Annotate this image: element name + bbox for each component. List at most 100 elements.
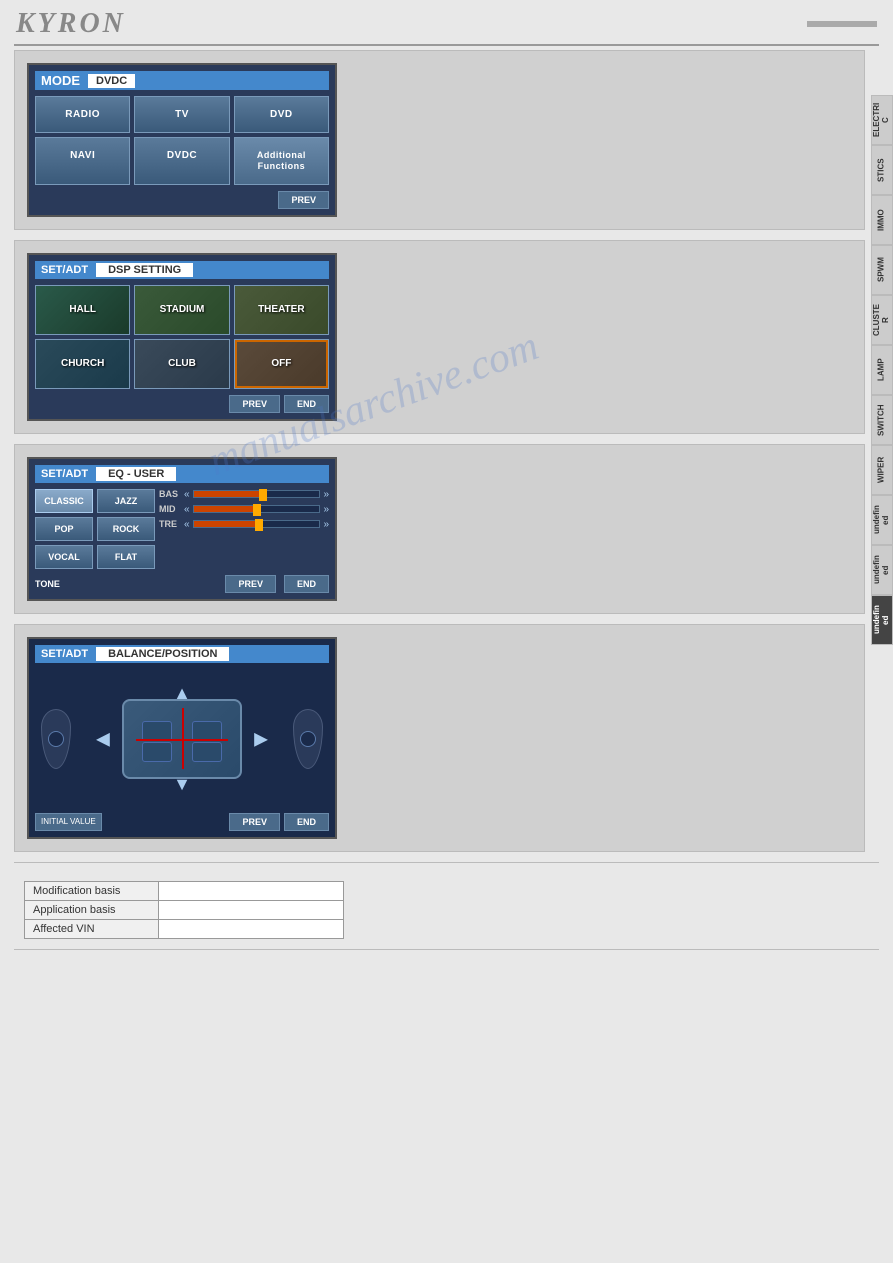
eq-preset-vocal[interactable]: VOCAL xyxy=(35,545,93,569)
eq-mid-label: MID xyxy=(159,504,181,514)
eq-bas-right-arrow[interactable]: » xyxy=(323,489,329,500)
balance-initial-btn[interactable]: INITIAL VALUE xyxy=(35,813,102,831)
balance-bottom-bar: INITIAL VALUE PREV END xyxy=(35,813,329,831)
eq-setadt-bar: SET/ADT EQ - USER xyxy=(35,465,329,483)
eq-mid-right-arrow[interactable]: » xyxy=(323,504,329,515)
mode-btn-tv[interactable]: TV xyxy=(134,96,229,133)
eq-bas-left-arrow[interactable]: « xyxy=(184,489,190,500)
dsp-church-label: CHURCH xyxy=(61,358,104,369)
eq-preset-jazz[interactable]: JAZZ xyxy=(97,489,155,513)
balance-end-btn[interactable]: END xyxy=(284,813,329,831)
sidebar-tab-undef2[interactable]: undefined xyxy=(871,545,893,595)
page-badge xyxy=(807,21,877,27)
dsp-btn-hall[interactable]: HALL xyxy=(35,285,130,335)
header: KYRON xyxy=(0,0,893,44)
dsp-btn-stadium[interactable]: STADIUM xyxy=(134,285,229,335)
eq-mid-fill xyxy=(194,506,257,512)
eq-preset-pop[interactable]: POP xyxy=(35,517,93,541)
dsp-btn-theater[interactable]: THEATER xyxy=(234,285,329,335)
mode-prev-btn[interactable]: PREV xyxy=(278,191,329,209)
sidebar-tab-undef1[interactable]: undefined xyxy=(871,495,893,545)
arrow-right-icon[interactable]: ▶ xyxy=(254,728,268,749)
balance-setadt-label: SET/ADT xyxy=(41,648,88,660)
mode-button-grid: RADIO TV DVD NAVI DVDC AdditionalFunctio… xyxy=(35,96,329,185)
panel-dsp: SET/ADT DSP SETTING HALL STADIUM THEATER xyxy=(14,240,865,434)
app-basis-value xyxy=(158,900,343,919)
eq-preset-rock[interactable]: ROCK xyxy=(97,517,155,541)
eq-preset-flat[interactable]: FLAT xyxy=(97,545,155,569)
eq-presets: CLASSIC JAZZ POP ROCK VOCAL FLAT xyxy=(35,489,155,569)
mode-btn-dvd[interactable]: DVD xyxy=(234,96,329,133)
dsp-club-label: CLUB xyxy=(168,358,196,369)
mode-btn-radio[interactable]: RADIO xyxy=(35,96,130,133)
eq-prev-btn[interactable]: PREV xyxy=(225,575,276,593)
eq-tre-label: TRE xyxy=(159,519,181,529)
crosshair-vertical xyxy=(182,708,184,769)
mode-btn-dvdc[interactable]: DVDC xyxy=(134,137,229,185)
sidebar-tab-lamp[interactable]: LAMP xyxy=(871,345,893,395)
arrow-left-icon[interactable]: ◀ xyxy=(96,728,110,749)
dsp-off-label: OFF xyxy=(271,358,291,369)
table-row: Affected VIN xyxy=(25,919,344,938)
eq-sliders: BAS « » MID « xyxy=(159,489,329,569)
eq-bas-row: BAS « » xyxy=(159,489,329,500)
dsp-btn-off[interactable]: OFF xyxy=(234,339,329,389)
eq-setadt-label: SET/ADT xyxy=(41,468,88,480)
sidebar-tab-stics[interactable]: STICS xyxy=(871,145,893,195)
eq-preset-classic[interactable]: CLASSIC xyxy=(35,489,93,513)
table-row: Application basis xyxy=(25,900,344,919)
mode-screen: MODE DVDC RADIO TV DVD NAVI DVDC Additio… xyxy=(27,63,337,217)
speaker-right-dot xyxy=(300,731,316,747)
dsp-button-grid: HALL STADIUM THEATER CHURCH CLUB xyxy=(35,285,329,389)
car-diagram: ▲ ▼ ◀ ▶ xyxy=(92,679,272,799)
eq-end-btn[interactable]: END xyxy=(284,575,329,593)
eq-tone-label: TONE xyxy=(35,579,60,589)
right-sidebar: ELECTRIC STICS IMMO SPWM CLUSTER LAMP SW… xyxy=(871,95,893,645)
eq-bas-track[interactable] xyxy=(193,490,321,498)
eq-mid-left-arrow[interactable]: « xyxy=(184,504,190,515)
dsp-stadium-label: STADIUM xyxy=(160,304,205,315)
balance-title: BALANCE/POSITION xyxy=(96,647,229,661)
eq-mid-thumb xyxy=(253,504,261,516)
app-basis-label: Application basis xyxy=(25,900,159,919)
sidebar-tab-undef3[interactable]: undefined xyxy=(871,595,893,645)
balance-area: ▲ ▼ ◀ ▶ xyxy=(35,669,329,809)
sidebar-tab-switch[interactable]: SWITCH xyxy=(871,395,893,445)
eq-screen: SET/ADT EQ - USER CLASSIC JAZZ POP ROCK … xyxy=(27,457,337,601)
eq-tre-row: TRE « » xyxy=(159,519,329,530)
eq-bas-label: BAS xyxy=(159,489,181,499)
mode-bottom-bar: PREV xyxy=(35,191,329,209)
mode-value: DVDC xyxy=(88,74,135,88)
dsp-title: DSP SETTING xyxy=(96,263,193,277)
seat-front-right xyxy=(192,721,222,741)
seat-rear-right xyxy=(192,742,222,762)
dsp-prev-btn[interactable]: PREV xyxy=(229,395,280,413)
eq-bas-thumb xyxy=(259,489,267,501)
dsp-btn-church[interactable]: CHURCH xyxy=(35,339,130,389)
sidebar-tab-immo[interactable]: IMMO xyxy=(871,195,893,245)
dsp-theater-label: THEATER xyxy=(258,304,304,315)
eq-tre-fill xyxy=(194,521,259,527)
balance-screen: SET/ADT BALANCE/POSITION ▲ ▼ ◀ ▶ xyxy=(27,637,337,839)
sidebar-tab-cluster[interactable]: CLUSTER xyxy=(871,295,893,345)
eq-tre-left-arrow[interactable]: « xyxy=(184,519,190,530)
main-content: MODE DVDC RADIO TV DVD NAVI DVDC Additio… xyxy=(14,46,865,852)
dsp-btn-club[interactable]: CLUB xyxy=(134,339,229,389)
affected-vin-value xyxy=(158,919,343,938)
eq-tone-bar: TONE PREV END xyxy=(35,575,329,593)
sidebar-tab-wiper[interactable]: WIPER xyxy=(871,445,893,495)
panel-mode: MODE DVDC RADIO TV DVD NAVI DVDC Additio… xyxy=(14,50,865,230)
sidebar-tab-electric[interactable]: ELECTRIC xyxy=(871,95,893,145)
dsp-setadt-label: SET/ADT xyxy=(41,264,88,276)
eq-mid-track[interactable] xyxy=(193,505,321,513)
sidebar-tab-spwm[interactable]: SPWM xyxy=(871,245,893,295)
balance-prev-btn[interactable]: PREV xyxy=(229,813,280,831)
mode-btn-navi[interactable]: NAVI xyxy=(35,137,130,185)
eq-tre-right-arrow[interactable]: » xyxy=(323,519,329,530)
mode-btn-additional[interactable]: AdditionalFunctions xyxy=(234,137,329,185)
mode-label: MODE xyxy=(41,73,80,88)
speaker-left-dot xyxy=(48,731,64,747)
eq-tre-track[interactable] xyxy=(193,520,321,528)
dsp-end-btn[interactable]: END xyxy=(284,395,329,413)
eq-main-grid: CLASSIC JAZZ POP ROCK VOCAL FLAT BAS « xyxy=(35,489,329,569)
